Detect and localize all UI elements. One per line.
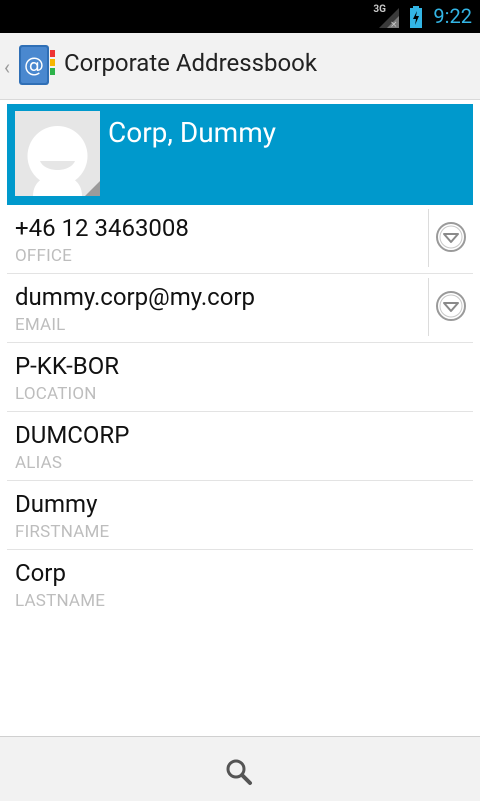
alias-value: DUMCORP xyxy=(15,421,130,449)
email-value: dummy.corp@my.corp xyxy=(15,283,256,311)
firstname-value: Dummy xyxy=(15,490,98,518)
status-time: 9:22 xyxy=(433,4,472,28)
location-label: LOCATION xyxy=(15,384,97,404)
lastname-label: LASTNAME xyxy=(15,591,106,611)
office-phone-value: +46 12 3463008 xyxy=(15,214,189,242)
detail-row-firstname[interactable]: Dummy FIRSTNAME xyxy=(7,481,473,550)
app-title: Corporate Addressbook xyxy=(64,49,318,77)
status-icons: 3G × 9:22 xyxy=(373,0,472,33)
row-divider xyxy=(428,209,429,267)
contact-details: +46 12 3463008 OFFICE dummy.corp@my.corp… xyxy=(7,205,473,618)
status-bar: 3G × 9:22 xyxy=(0,0,480,33)
contact-header: Corp, Dummy xyxy=(7,104,473,205)
detail-row-office[interactable]: +46 12 3463008 OFFICE xyxy=(7,205,473,274)
detail-row-alias[interactable]: DUMCORP ALIAS xyxy=(7,412,473,481)
up-caret-icon[interactable]: ‹ xyxy=(4,55,10,79)
detail-row-email[interactable]: dummy.corp@my.corp EMAIL xyxy=(7,274,473,343)
email-label: EMAIL xyxy=(15,315,66,335)
search-icon[interactable] xyxy=(222,755,256,789)
row-divider xyxy=(428,278,429,336)
addressbook-icon[interactable]: @ xyxy=(17,43,57,89)
office-label: OFFICE xyxy=(15,246,73,266)
alias-label: ALIAS xyxy=(15,453,63,473)
firstname-label: FIRSTNAME xyxy=(15,522,110,542)
location-value: P-KK-BOR xyxy=(15,352,120,380)
contact-name: Corp, Dummy xyxy=(108,116,277,149)
battery-icon xyxy=(409,5,423,28)
dropdown-circle-icon[interactable] xyxy=(435,221,467,253)
avatar[interactable] xyxy=(15,111,100,196)
detail-row-lastname[interactable]: Corp LASTNAME xyxy=(7,550,473,618)
bottom-action-bar xyxy=(0,736,480,801)
detail-row-location[interactable]: P-KK-BOR LOCATION xyxy=(7,343,473,412)
action-bar: ‹ @ Corporate Addressbook xyxy=(0,33,480,100)
svg-text:×: × xyxy=(390,20,398,28)
signal-icon: 3G × xyxy=(373,4,400,28)
lastname-value: Corp xyxy=(15,559,66,587)
svg-text:@: @ xyxy=(24,53,44,77)
dropdown-circle-icon[interactable] xyxy=(435,290,467,322)
